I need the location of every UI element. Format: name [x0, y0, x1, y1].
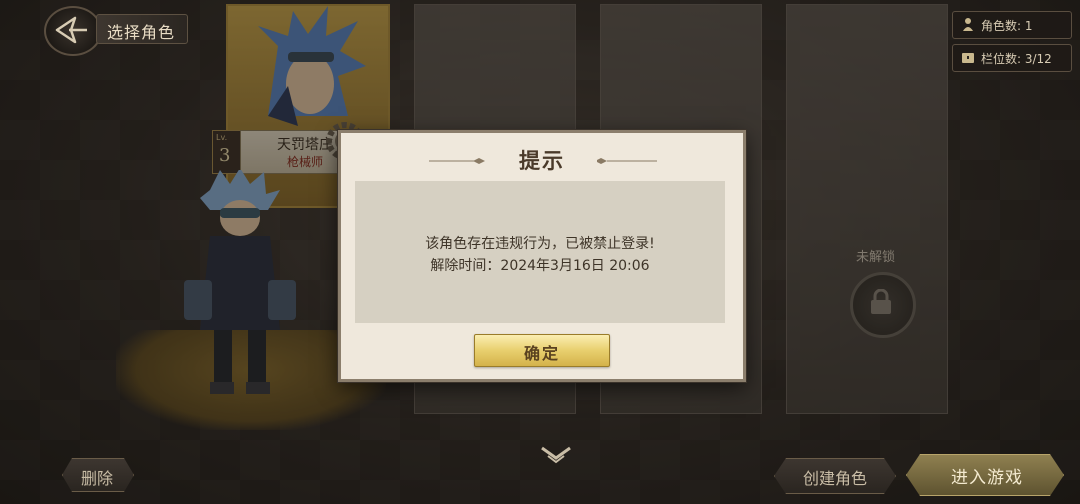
delete-button-label: 删除: [81, 469, 114, 488]
enter-game-button[interactable]: 进入游戏: [906, 454, 1064, 496]
page-title: 选择角色: [107, 23, 176, 42]
slot-count-text: 栏位数: 3/12: [981, 52, 1052, 66]
title-ornament-right: [597, 158, 657, 164]
role-count-text: 角色数: 1: [981, 19, 1033, 33]
back-arrow-icon: [55, 16, 87, 44]
dialog-message-panel: 该角色存在违规行为，已被禁止登录! 解除时间：2024年3月16日 20:06: [355, 181, 725, 323]
enter-game-label: 进入游戏: [951, 468, 1023, 488]
notice-dialog: 提示 该角色存在违规行为，已被禁止登录! 解除时间：2024年3月16日 20:…: [338, 130, 746, 382]
dialog-title: 提示: [519, 148, 565, 173]
role-count-badge: 角色数: 1: [952, 11, 1072, 39]
chevron-down-icon[interactable]: [540, 444, 572, 466]
confirm-button-label: 确定: [523, 344, 560, 363]
create-character-label: 创建角色: [803, 469, 868, 488]
unban-time: 解除时间：2024年3月16日 20:06: [430, 258, 650, 274]
back-button[interactable]: [44, 6, 102, 56]
create-character-button[interactable]: 创建角色: [774, 458, 896, 494]
chest-icon: [962, 53, 974, 63]
ban-message: 该角色存在违规行为，已被禁止登录!: [425, 236, 655, 252]
person-icon: [963, 18, 973, 31]
confirm-button[interactable]: 确定: [474, 334, 610, 367]
page-title-plate: 选择角色: [96, 14, 188, 44]
slot-count-badge: 栏位数: 3/12: [952, 44, 1072, 72]
delete-button[interactable]: 删除: [62, 458, 134, 492]
